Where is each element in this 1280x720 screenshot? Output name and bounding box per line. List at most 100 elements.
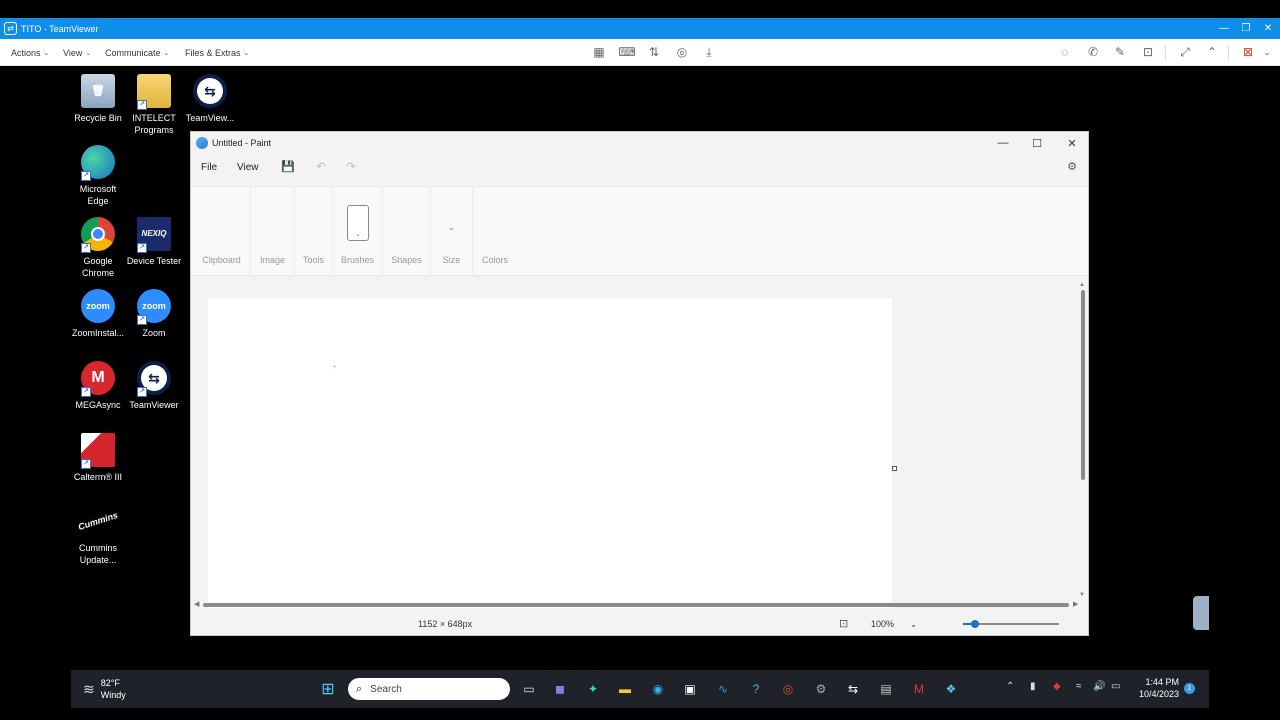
desktop-icon-intelect-programs[interactable]: ↗ INTELECT Programs — [124, 74, 184, 136]
zoom-slider-knob[interactable] — [970, 620, 979, 628]
zoom-glyph: zoom — [142, 301, 166, 311]
remote-input-icon[interactable]: ⌨ — [618, 44, 635, 60]
settings-icon[interactable]: ⚙ — [810, 678, 832, 700]
desktop-icon-label: Device Tester — [126, 256, 182, 266]
wifi-icon[interactable]: ≈ — [1076, 681, 1082, 692]
screenshot-icon[interactable]: ⊡ — [1140, 44, 1156, 60]
teamviewer-icon[interactable]: ⇆ — [842, 678, 864, 700]
desktop-icon-chrome[interactable]: ↗ Google Chrome — [68, 217, 128, 279]
notification-badge[interactable]: 1 — [1184, 683, 1195, 694]
ribbon-label: Image — [259, 255, 285, 265]
desktop-icon-zoom[interactable]: zoom ↗ Zoom — [124, 289, 184, 339]
desktop-icon-megasync[interactable]: M ↗ MEGAsync — [68, 361, 128, 411]
desktop-icon-calterm[interactable]: ↗ Calterm® III — [68, 433, 128, 483]
menu-view[interactable]: View — [237, 162, 259, 173]
calterm-icon[interactable]: ▤ — [875, 678, 897, 700]
monitor-icon[interactable]: ∿ — [712, 678, 734, 700]
desktop-icon-recycle-bin[interactable]: 🗑 Recycle Bin — [68, 74, 128, 124]
chevron-down-icon: ⌄ — [43, 49, 50, 57]
restore-icon[interactable]: ❐ — [1234, 18, 1258, 39]
zoom-slider[interactable] — [963, 620, 1059, 628]
ribbon-clipboard[interactable]: Clipboard — [193, 187, 251, 277]
vertical-scroll-thumb[interactable] — [1081, 290, 1085, 480]
chat-icon[interactable]: ◌ — [1057, 44, 1073, 60]
horizontal-scrollbar[interactable]: ◀ ▶ — [194, 600, 1078, 608]
ribbon-tools[interactable]: Tools — [295, 187, 333, 277]
browser-icon[interactable]: ✦ — [582, 678, 604, 700]
menu-view[interactable]: View ⌄ — [63, 39, 91, 66]
drawing-canvas[interactable]: + — [208, 298, 892, 608]
desktop-icon-teamviewer[interactable]: ⇆ ↗ TeamViewer — [124, 361, 184, 411]
scroll-up-icon[interactable]: ▲ — [1079, 282, 1085, 288]
ribbon-brushes[interactable]: ⌄ Brushes — [333, 187, 383, 277]
ribbon-label: Brushes — [340, 255, 375, 265]
menu-communicate[interactable]: Communicate ⌄ — [105, 39, 169, 66]
zoom-select[interactable]: 100% ⌄ — [865, 617, 923, 631]
call-icon[interactable]: ✆ — [1085, 44, 1101, 60]
vertical-scrollbar[interactable]: ▲ ▼ — [1079, 282, 1086, 600]
search-box[interactable]: ⌕ Search — [348, 678, 510, 700]
menu-actions[interactable]: Actions ⌄ — [11, 39, 49, 66]
ribbon-label: Tools — [302, 255, 324, 265]
file-transfer-icon[interactable]: ⇅ — [646, 44, 662, 60]
menu-file[interactable]: File — [201, 162, 217, 173]
weather-widget[interactable]: ≋ 82°F Windy — [83, 677, 126, 701]
close-icon[interactable]: ✕ — [1256, 18, 1280, 39]
ribbon-colors[interactable]: Colors — [473, 187, 517, 277]
collapse-icon[interactable]: ⌃ — [1204, 44, 1220, 60]
toolbar-divider — [1165, 45, 1166, 60]
teamviewer-side-handle[interactable] — [1193, 596, 1209, 630]
desktop-icon-label: Google Chrome — [81, 256, 114, 278]
undo-icon[interactable]: ↶ — [313, 160, 329, 176]
desktop-icon-teamviewer-short[interactable]: ⇆ TeamView... — [180, 74, 240, 124]
fullscreen-icon[interactable]: ⤢ — [1177, 44, 1193, 60]
end-session-icon[interactable]: ⊠ — [1240, 44, 1256, 60]
scroll-right-icon[interactable]: ▶ — [1073, 600, 1078, 608]
teams-chat-icon[interactable]: ◼ — [549, 678, 571, 700]
help-icon[interactable]: ? — [745, 678, 767, 700]
start-icon[interactable]: ⊞ — [317, 678, 339, 700]
settings-icon[interactable]: ⚙ — [1064, 160, 1080, 176]
desktop-icon-cummins-update[interactable]: Cummins Cummins Update... — [68, 504, 128, 566]
ribbon-shapes[interactable]: Shapes — [383, 187, 431, 277]
device-icon[interactable]: ▮ — [1030, 681, 1036, 692]
ribbon-size[interactable]: ⌄ Size — [431, 187, 473, 277]
horizontal-scroll-thumb[interactable] — [203, 603, 1069, 607]
minimize-icon[interactable]: — — [1212, 18, 1236, 39]
paint-icon[interactable]: ❖ — [940, 678, 962, 700]
store-icon[interactable]: ▣ — [679, 678, 701, 700]
dashboard-icon[interactable]: ▦ — [591, 44, 607, 60]
system-clock[interactable]: 1:44 PM 10/4/2023 — [1133, 676, 1179, 700]
save-icon[interactable]: 💾 — [280, 160, 296, 176]
ribbon-image[interactable]: Image — [251, 187, 295, 277]
chevron-down-icon: ⌄ — [163, 49, 170, 57]
canvas-resize-handle[interactable] — [892, 466, 897, 471]
scroll-down-icon[interactable]: ▼ — [1079, 592, 1085, 598]
minimize-icon[interactable]: — — [988, 132, 1018, 154]
desktop-icon-label: Recycle Bin — [74, 113, 122, 123]
chevron-down-icon[interactable]: ⌄ — [1259, 44, 1275, 60]
desktop-icon-zoom-installer[interactable]: zoom ZoomInstal... — [68, 289, 128, 339]
menu-communicate-label: Communicate — [105, 47, 161, 58]
brush-icon[interactable]: ⌄ — [347, 205, 369, 241]
recording-icon[interactable]: ◎ — [674, 44, 690, 60]
menu-files-extras[interactable]: Files & Extras ⌄ — [185, 39, 249, 66]
whiteboard-icon[interactable]: ✎ — [1112, 44, 1128, 60]
scroll-left-icon[interactable]: ◀ — [194, 600, 199, 608]
file-explorer-icon[interactable]: ▬ — [614, 678, 636, 700]
fit-to-window-icon[interactable]: ⊡ — [839, 617, 848, 630]
maximize-icon[interactable]: ☐ — [1022, 132, 1052, 154]
download-icon[interactable]: ⤓ — [701, 44, 717, 60]
edge-icon[interactable]: ◉ — [647, 678, 669, 700]
volume-icon[interactable]: 🔊 — [1093, 681, 1105, 692]
security-alert-icon[interactable]: ◆ — [1053, 681, 1061, 692]
desktop-icon-device-tester[interactable]: NEXIQ ↗ Device Tester — [124, 217, 184, 267]
desktop-icon-edge[interactable]: ↗ Microsoft Edge — [68, 145, 128, 207]
task-view-icon[interactable]: ▭ — [518, 678, 540, 700]
mega-icon[interactable]: M — [908, 678, 930, 700]
chrome-icon[interactable]: ◎ — [777, 678, 799, 700]
redo-icon[interactable]: ↷ — [343, 160, 359, 176]
close-icon[interactable]: ✕ — [1057, 132, 1087, 154]
battery-icon[interactable]: ▭ — [1111, 681, 1120, 692]
show-hidden-icons-icon[interactable]: ⌃ — [1006, 681, 1014, 692]
